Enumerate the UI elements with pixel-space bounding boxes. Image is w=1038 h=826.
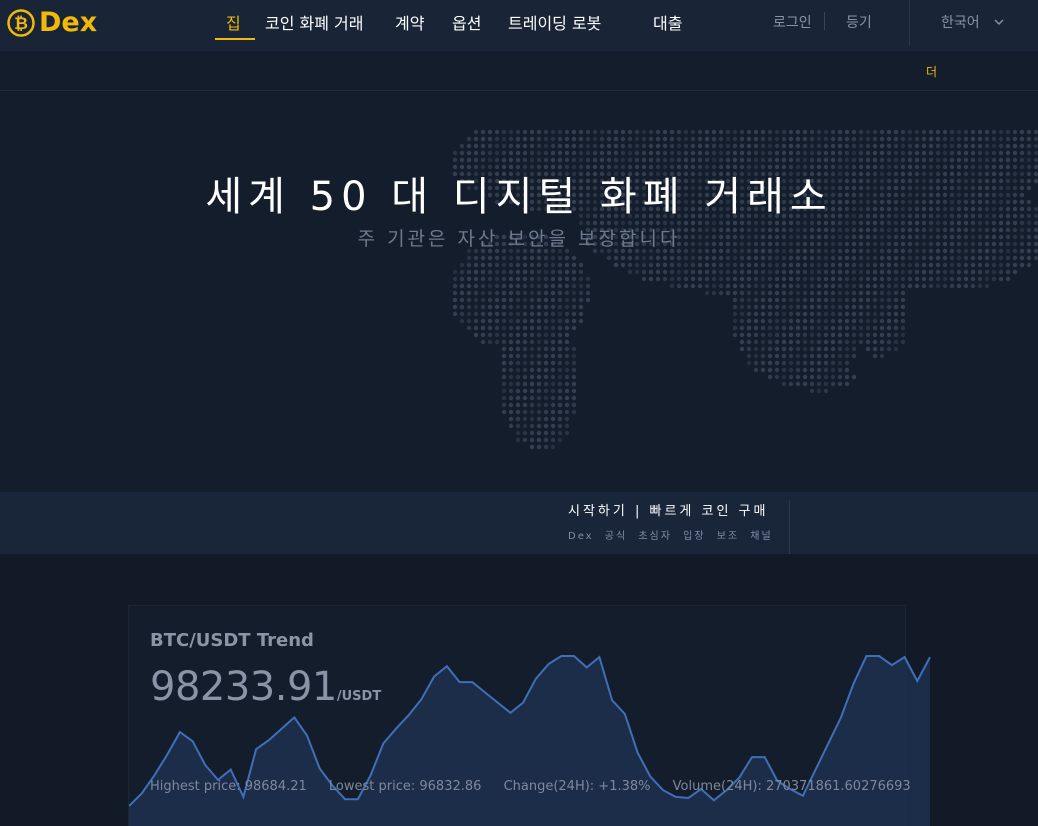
trend-title: BTC/USDT Trend [150,630,314,651]
notice-bar: 더 [0,51,1038,91]
bitcoin-logo-icon: ₿ [7,8,35,37]
nav-item-trading-robot[interactable]: 트레이딩 로봇 [508,10,601,34]
login-link[interactable]: 로그인 [773,12,812,32]
nav-item-spot-trading[interactable]: 코인 화폐 거래 [265,10,364,34]
lowest-price: Lowest price: 96832.86 [328,779,482,794]
nav-item-loan[interactable]: 대출 [653,10,682,34]
getting-started-band: 시작하기 | 빠르게 코인 구매 Dex 공식 초심자 입장 보조 채널 [0,492,1038,554]
chevron-down-icon [994,19,1004,25]
hero-banner: 세계 50 대 디지털 화폐 거래소 주 기관은 자산 보안을 보장합니다 [0,92,1038,492]
register-link[interactable]: 등기 [846,12,872,32]
getting-started-subtitle: Dex 공식 초심자 입장 보조 채널 [568,531,773,542]
price-unit: /USDT [336,689,382,704]
header-divider [909,0,910,46]
trend-stats: Highest price: 98684.21 Lowest price: 96… [150,779,929,794]
active-nav-underline [215,38,255,40]
dotted-world-map [452,129,1038,450]
nav-item-home[interactable]: 집 [226,10,241,34]
current-price: 98233.91/USDT [150,664,381,710]
nav-item-contract[interactable]: 계약 [395,10,424,34]
btc-trend-card[interactable]: BTC/USDT Trend 98233.91/USDT Highest pri… [128,605,931,826]
header-separator [824,12,825,30]
notice-more-link[interactable]: 더 [926,63,937,80]
getting-started-title: 시작하기 | 빠르게 코인 구매 [568,504,769,519]
hero-subtitle: 주 기관은 자산 보안을 보장합니다 [357,228,681,250]
price-value: 98233.91 [150,664,337,710]
hero-title: 세계 50 대 디지털 화폐 거래소 [205,174,833,220]
language-selector[interactable]: 한국어 [941,12,1004,32]
logo-glyph: ₿ [14,14,28,34]
nav-item-options[interactable]: 옵션 [452,10,481,34]
logo[interactable]: ₿ Dex [7,7,97,38]
brand-name: Dex [39,7,98,38]
highest-price: Highest price: 98684.21 [150,779,307,794]
change-24h: Change(24H): +1.38% [503,779,651,794]
getting-started-link[interactable]: 시작하기 | 빠르게 코인 구매 Dex 공식 초심자 입장 보조 채널 [568,500,790,554]
volume-24h: Volume(24H): 270371861.60276693 [672,779,911,794]
top-nav-bar: ₿ Dex 집 코인 화폐 거래 계약 옵션 트레이딩 로봇 대출 로그인 등기… [0,0,1038,51]
language-label: 한국어 [941,15,980,31]
